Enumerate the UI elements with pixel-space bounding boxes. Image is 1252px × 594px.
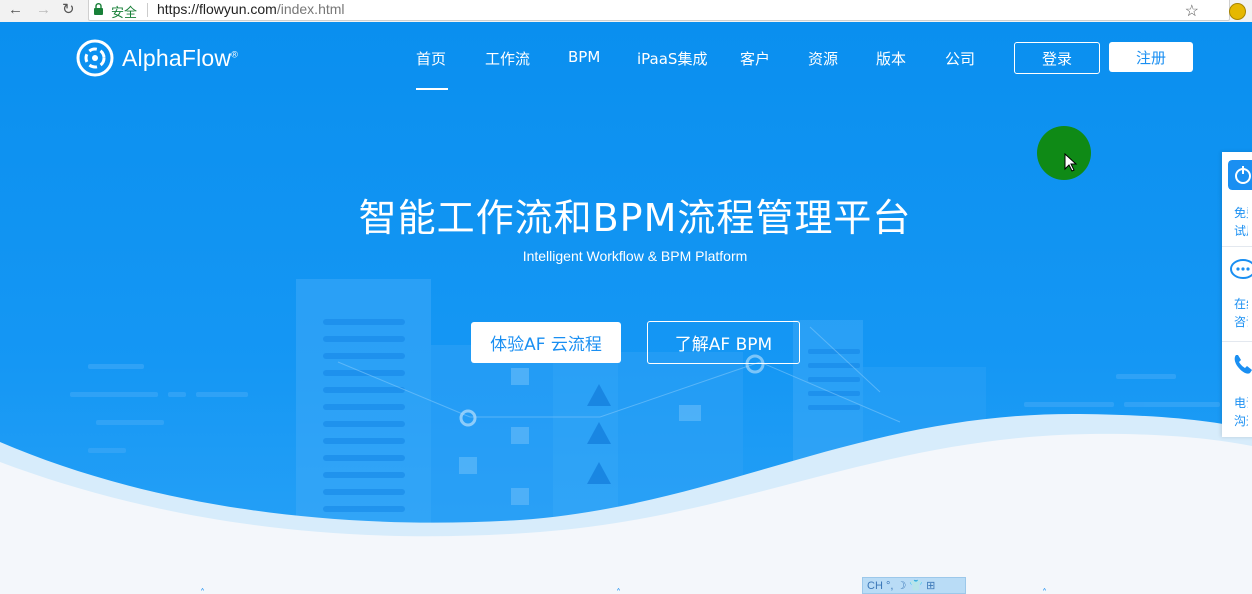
hero-title: 智能工作流和BPM流程管理平台 [358,196,912,240]
side-label-line-1: 免费 [1234,206,1248,220]
chat-icon [1230,259,1252,279]
learn-bpm-button[interactable]: 了解AF BPM [647,321,800,364]
lock-icon [94,3,103,15]
alphaflow-logo-icon [76,39,114,77]
side-label-line-1: 在线 [1234,297,1248,311]
logo[interactable]: AlphaFlow® [76,39,238,77]
side-label-line-2: 沟通 [1234,414,1248,428]
login-button[interactable]: 登录 [1014,42,1100,74]
extension-icon[interactable] [1229,3,1246,20]
side-online-consult[interactable]: 在线 咨询 [1222,247,1252,342]
feature-icon: ˄ [616,588,621,594]
browser-toolbar: ← → ↻ 安全 https://flowyun.com/index.html … [0,0,1252,23]
nav-bpm[interactable]: BPM [568,48,600,66]
feature-icon: ˄ [200,588,205,594]
bookmark-star-icon[interactable]: ☆ [1185,1,1199,21]
side-label-line-2: 咨询 [1234,315,1248,329]
mouse-cursor-icon [1064,153,1078,172]
nav-resources[interactable]: 资源 [808,48,838,69]
address-bar[interactable]: 安全 https://flowyun.com/index.html ☆ [88,0,1230,21]
forward-icon[interactable]: → [36,1,51,19]
feature-icon: ˄ [1042,588,1047,594]
side-free-trial[interactable]: 免费 试用 [1222,152,1252,247]
register-button[interactable]: 注册 [1109,42,1193,72]
nav-home[interactable]: 首页 [416,48,446,69]
nav-active-indicator [416,88,448,90]
divider [147,3,148,17]
hero-background-illustration [0,279,1252,594]
nav-company[interactable]: 公司 [945,48,975,69]
security-label: 安全 [111,5,138,20]
try-cloud-flow-button[interactable]: 体验AF 云流程 [471,322,621,363]
nav-customers[interactable]: 客户 [740,48,770,69]
url-text[interactable]: https://flowyun.com/index.html [157,1,345,17]
nav-ipaas[interactable]: iPaaS集成 [637,48,707,69]
side-float-panel: 免费 试用 在线 咨询 电话 沟通 [1222,152,1252,437]
reload-icon[interactable]: ↻ [62,1,75,19]
nav-editions[interactable]: 版本 [876,48,906,69]
side-label-line-2: 试用 [1234,224,1248,238]
phone-icon [1234,355,1252,374]
hero-section: AlphaFlow® 首页 工作流 BPM iPaaS集成 客户 资源 版本 公… [0,22,1252,594]
hero-subtitle: Intelligent Workflow & BPM Platform [522,248,748,264]
back-icon[interactable]: ← [8,1,23,19]
side-label-line-1: 电话 [1234,396,1248,410]
ime-toolbar[interactable]: CH °, ☽ 👕 ⊞ [862,577,966,594]
nav-workflow[interactable]: 工作流 [485,48,530,69]
side-phone-contact[interactable]: 电话 沟通 [1222,342,1252,436]
power-icon [1228,160,1252,190]
logo-text: AlphaFlow® [122,44,239,71]
